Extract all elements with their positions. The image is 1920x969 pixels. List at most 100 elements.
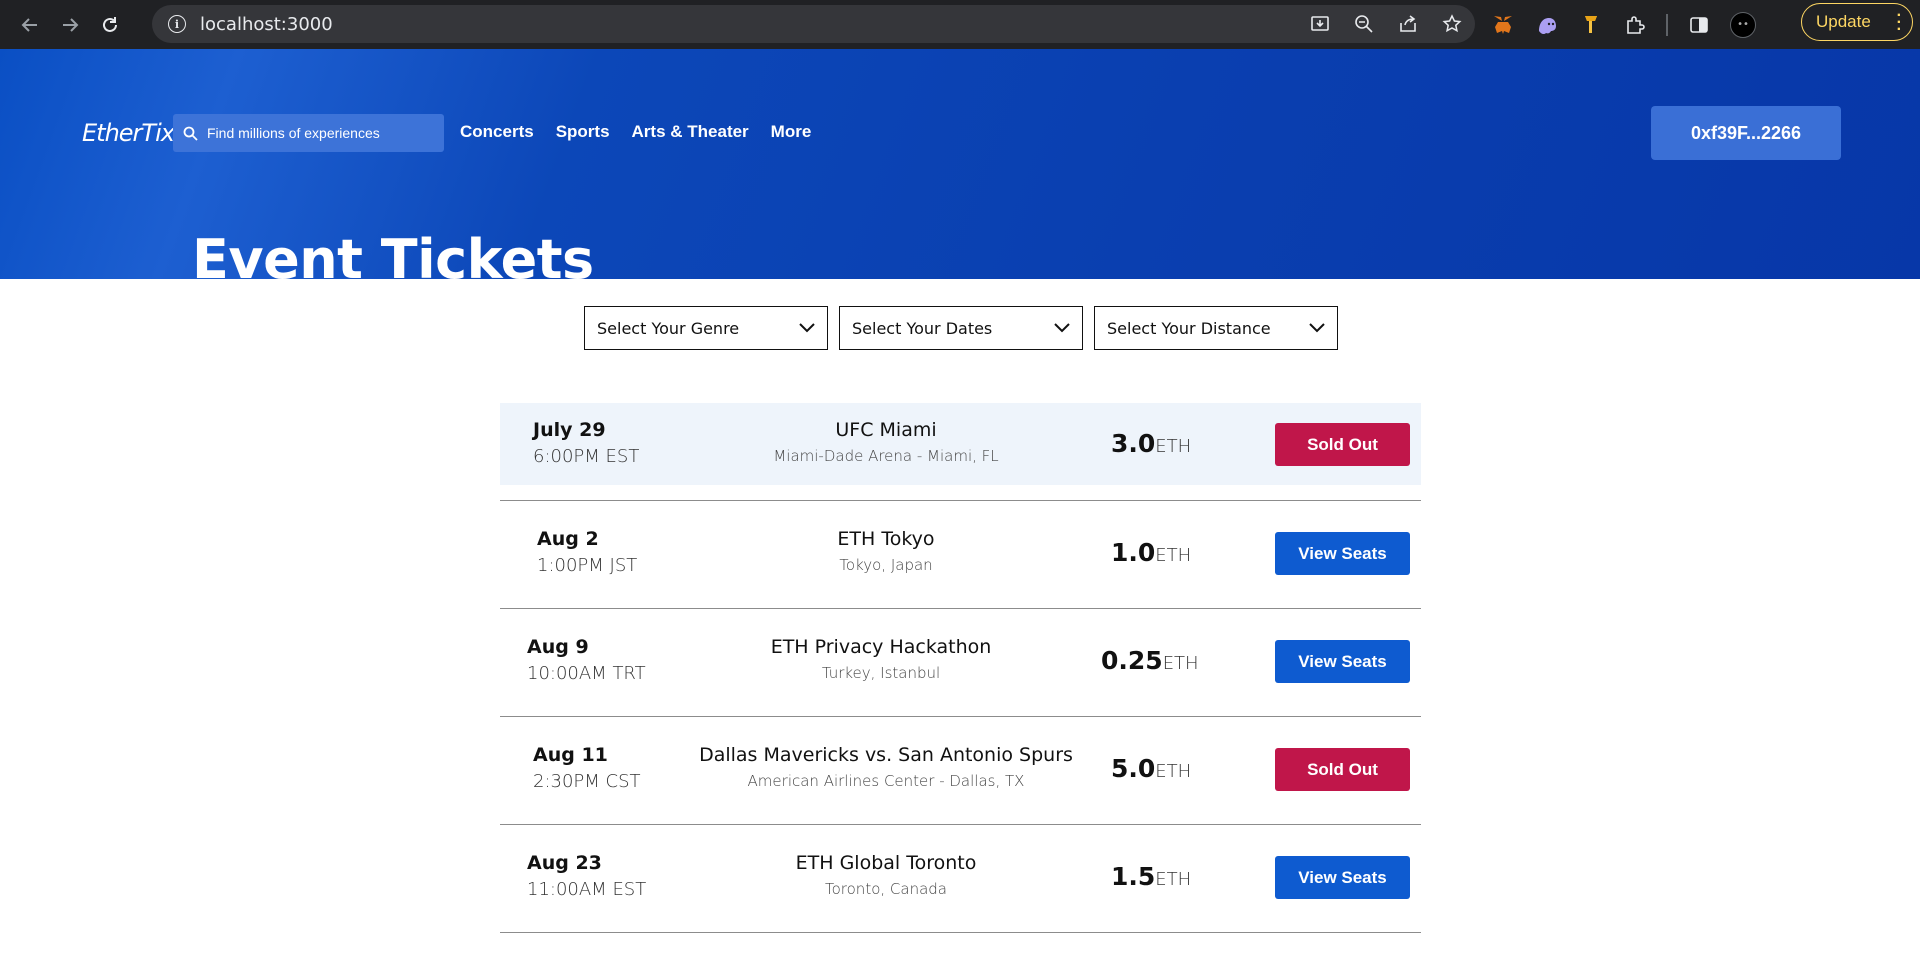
event-row: Aug 23 11:00AM EST ETH Global Toronto To…: [500, 825, 1421, 933]
site-info-icon[interactable]: i: [168, 15, 186, 33]
reload-button[interactable]: [90, 7, 130, 43]
page-title: Event Tickets: [192, 228, 594, 291]
nav-concerts[interactable]: Concerts: [460, 122, 534, 142]
event-info: UFC Miami Miami-Dade Arena - Miami, FL: [728, 419, 1044, 465]
event-row: Aug 2 1:00PM JST ETH Tokyo Tokyo, Japan …: [500, 501, 1421, 609]
address-bar[interactable]: i localhost:3000: [152, 5, 1475, 43]
event-row: July 29 6:00PM EST UFC Miami Miami-Dade …: [500, 403, 1421, 501]
chevron-down-icon: [799, 323, 815, 333]
update-button[interactable]: Update · · ·: [1801, 3, 1913, 41]
event-venue: Turkey, Istanbul: [821, 664, 941, 682]
genre-select[interactable]: Select Your Genre: [584, 306, 828, 350]
search-input[interactable]: Find millions of experiences: [173, 114, 444, 152]
reload-icon: [103, 16, 117, 32]
back-button[interactable]: [10, 7, 50, 43]
event-name[interactable]: ETH Privacy Hackathon: [718, 636, 1044, 658]
url-text[interactable]: localhost:3000: [200, 14, 333, 35]
price-currency: ETH: [1155, 761, 1192, 782]
sold-out-button[interactable]: Sold Out: [1275, 423, 1410, 466]
ghost-extension-icon[interactable]: [1534, 12, 1560, 38]
price-currency: ETH: [1162, 653, 1199, 674]
event-date: Aug 2 1:00PM JST: [537, 528, 637, 576]
sold-out-button[interactable]: Sold Out: [1275, 748, 1410, 791]
share-icon[interactable]: [1397, 13, 1419, 35]
distance-select[interactable]: Select Your Distance: [1094, 306, 1338, 350]
price-currency: ETH: [1155, 545, 1192, 566]
event-day: Aug 2: [537, 528, 599, 550]
event-row: Aug 9 10:00AM TRT ETH Privacy Hackathon …: [500, 609, 1421, 717]
filter-bar: Select Your Genre Select Your Dates Sele…: [584, 306, 1338, 350]
event-time: 11:00AM EST: [527, 879, 647, 900]
event-name[interactable]: ETH Global Toronto: [728, 852, 1044, 874]
event-day: Aug 9: [527, 636, 589, 658]
dates-select-label: Select Your Dates: [852, 318, 993, 338]
site-logo[interactable]: EtherTix: [82, 119, 175, 147]
chevron-down-icon: [1309, 323, 1325, 333]
hardhat-extension-icon[interactable]: [1578, 12, 1604, 38]
event-time: 6:00PM EST: [533, 446, 640, 467]
chevron-down-icon: [1054, 323, 1070, 333]
view-seats-button[interactable]: View Seats: [1275, 640, 1410, 683]
event-venue: Toronto, Canada: [825, 880, 947, 898]
event-name[interactable]: Dallas Mavericks vs. San Antonio Spurs: [668, 744, 1104, 766]
event-venue: American Airlines Center - Dallas, TX: [747, 772, 1025, 790]
event-price: 5.0ETH: [1111, 754, 1191, 783]
update-label: Update: [1816, 12, 1871, 31]
nav-sports[interactable]: Sports: [556, 122, 610, 142]
metamask-extension-icon[interactable]: [1490, 12, 1516, 38]
main-nav: Concerts Sports Arts & Theater More: [460, 122, 811, 142]
zoom-icon[interactable]: [1353, 13, 1375, 35]
profile-avatar[interactable]: ••: [1730, 11, 1756, 38]
event-date: Aug 11 2:30PM CST: [533, 744, 641, 792]
distance-select-label: Select Your Distance: [1107, 318, 1271, 338]
event-day: Aug 11: [533, 744, 608, 766]
search-icon: [183, 126, 198, 141]
event-info: ETH Privacy Hackathon Turkey, Istanbul: [718, 636, 1044, 682]
toolbar-divider: [1666, 13, 1668, 36]
event-info: ETH Tokyo Tokyo, Japan: [728, 528, 1044, 574]
price-value: 3.0: [1111, 429, 1156, 458]
event-price: 1.0ETH: [1111, 538, 1191, 567]
price-value: 1.5: [1111, 862, 1156, 891]
event-time: 2:30PM CST: [533, 771, 641, 792]
dates-select[interactable]: Select Your Dates: [839, 306, 1083, 350]
price-value: 1.0: [1111, 538, 1156, 567]
event-price: 0.25ETH: [1101, 646, 1199, 675]
event-date: Aug 23 11:00AM EST: [527, 852, 646, 900]
price-value: 0.25: [1101, 646, 1163, 675]
event-venue: Miami-Dade Arena - Miami, FL: [773, 447, 999, 465]
forward-button[interactable]: [50, 7, 90, 43]
install-icon[interactable]: [1309, 13, 1331, 35]
event-info: ETH Global Toronto Toronto, Canada: [728, 852, 1044, 898]
event-date: July 29 6:00PM EST: [533, 419, 639, 467]
event-row: Aug 11 2:30PM CST Dallas Mavericks vs. S…: [500, 717, 1421, 825]
price-value: 5.0: [1111, 754, 1156, 783]
event-price: 3.0ETH: [1111, 429, 1191, 458]
event-date: Aug 9 10:00AM TRT: [527, 636, 646, 684]
event-time: 10:00AM TRT: [527, 663, 646, 684]
site-header: EtherTix Find millions of experiences Co…: [0, 49, 1920, 287]
event-time: 1:00PM JST: [537, 555, 638, 576]
event-day: July 29: [533, 419, 606, 441]
arrow-left-icon: [21, 17, 37, 32]
bookmark-star-icon[interactable]: [1441, 13, 1463, 35]
browser-toolbar: i localhost:3000 •• Update · · ·: [0, 0, 1920, 49]
event-day: Aug 23: [527, 852, 602, 874]
view-seats-button[interactable]: View Seats: [1275, 532, 1410, 575]
nav-more[interactable]: More: [771, 122, 812, 142]
event-price: 1.5ETH: [1111, 862, 1191, 891]
event-name[interactable]: ETH Tokyo: [728, 528, 1044, 550]
side-panel-icon[interactable]: [1686, 12, 1712, 38]
puzzle-extensions-icon[interactable]: [1622, 12, 1648, 38]
kebab-menu-icon[interactable]: · · ·: [1897, 8, 1902, 38]
event-info: Dallas Mavericks vs. San Antonio Spurs A…: [668, 744, 1104, 790]
price-currency: ETH: [1155, 436, 1192, 457]
event-venue: Tokyo, Japan: [839, 556, 933, 574]
wallet-address-button[interactable]: 0xf39F...2266: [1651, 106, 1841, 160]
genre-select-label: Select Your Genre: [597, 318, 740, 338]
arrow-right-icon: [63, 17, 79, 32]
search-placeholder: Find millions of experiences: [207, 125, 380, 141]
nav-arts-theater[interactable]: Arts & Theater: [632, 122, 749, 142]
view-seats-button[interactable]: View Seats: [1275, 856, 1410, 899]
event-name[interactable]: UFC Miami: [728, 419, 1044, 441]
